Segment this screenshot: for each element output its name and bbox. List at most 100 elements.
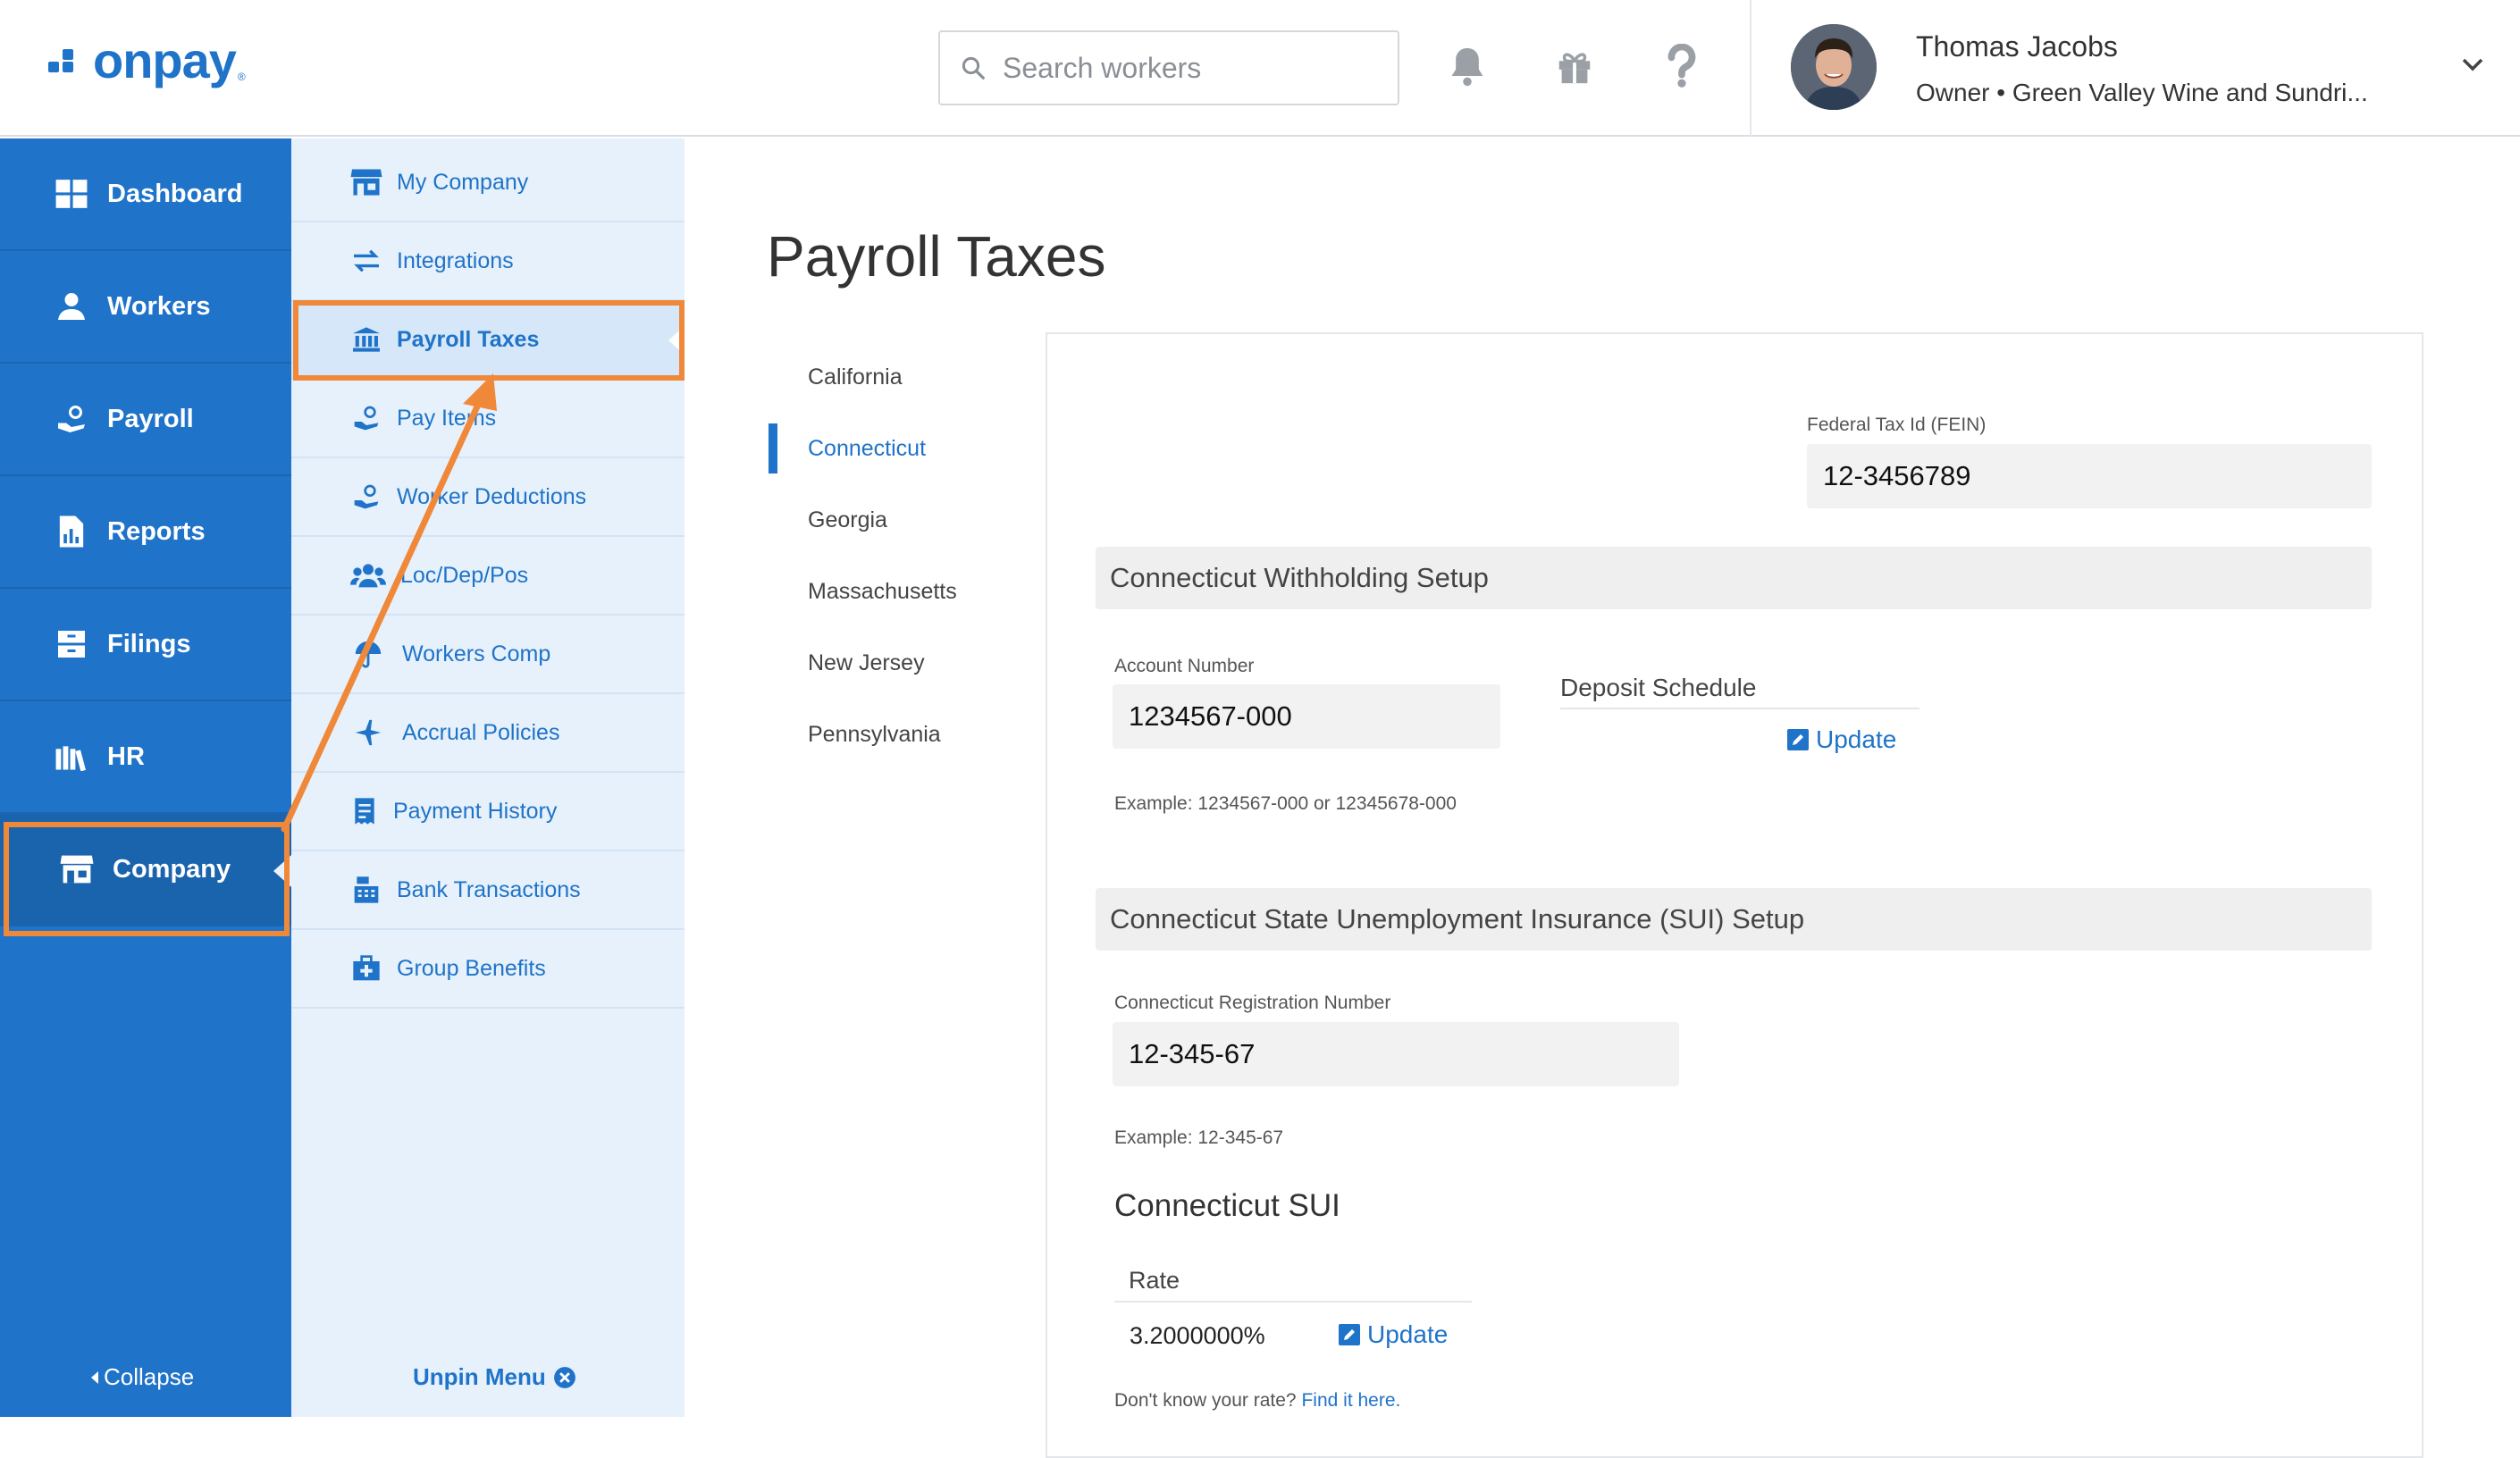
rate-help-text: Don't know your rate? Find it here. [1114, 1390, 1400, 1412]
submenu-item-label: Worker Deductions [397, 483, 587, 509]
sui-section-heading: Connecticut State Unemployment Insurance… [1096, 888, 2372, 951]
umbrella-icon [350, 638, 386, 670]
sui-subheading: Connecticut SUI [1114, 1188, 1340, 1223]
submenu-item-label: Accrual Policies [402, 719, 560, 745]
close-circle-icon [553, 1366, 576, 1389]
fein-field[interactable]: 12-3456789 [1807, 444, 2372, 508]
rate-label: Rate [1114, 1267, 1472, 1303]
state-tab-georgia[interactable]: Georgia [808, 507, 887, 533]
submenu-item-payroll-taxes[interactable]: Payroll Taxes [291, 301, 685, 380]
hand-money-icon [349, 402, 384, 434]
swap-icon [349, 245, 384, 277]
submenu-item-integrations[interactable]: Integrations [291, 222, 685, 301]
collapse-button[interactable]: Collapse [89, 1363, 194, 1391]
submenu-item-label: Payment History [393, 798, 558, 824]
deposit-schedule-label: Deposit Schedule [1560, 674, 1919, 709]
logo-mark-icon [48, 49, 88, 81]
submenu-item-label: Integrations [397, 247, 514, 273]
avatar[interactable] [1791, 24, 1877, 110]
submenu-item-group-benefits[interactable]: Group Benefits [291, 930, 685, 1009]
submenu-item-label: My Company [397, 169, 529, 195]
submenu-item-label: Pay Items [397, 405, 497, 431]
store-icon [349, 166, 384, 198]
plane-icon [350, 716, 386, 749]
chevron-down-icon[interactable] [2459, 55, 2486, 73]
payroll-icon [54, 401, 89, 437]
rate-value: 3.2000000% [1130, 1322, 1265, 1349]
state-tab-connecticut[interactable]: Connecticut [808, 436, 926, 462]
account-number-example: Example: 1234567-000 or 12345678-000 [1114, 793, 1457, 814]
sidebar-item-label: Company [113, 854, 231, 884]
sidebar-item-label: Dashboard [107, 179, 243, 208]
sidebar-item-filings[interactable]: Filings [0, 589, 291, 701]
edit-icon [1787, 729, 1809, 750]
user-name: Thomas Jacobs [1916, 30, 2118, 63]
sidebar-item-dashboard[interactable]: Dashboard [0, 138, 291, 251]
submenu-item-label: Payroll Taxes [397, 326, 540, 352]
gift-icon[interactable] [1548, 39, 1601, 93]
update-label: Update [1816, 725, 1897, 753]
active-caret [273, 855, 291, 887]
chevron-left-icon [89, 1370, 100, 1386]
rate-update-button[interactable]: Update [1339, 1320, 1448, 1349]
sidebar-item-company[interactable]: Company [0, 814, 291, 926]
submenu-item-my-company[interactable]: My Company [291, 144, 685, 222]
edit-icon [1339, 1324, 1360, 1345]
active-caret [668, 326, 685, 355]
sidebar-item-label: HR [107, 742, 145, 771]
workers-icon [54, 289, 89, 324]
search-input[interactable] [1001, 50, 1380, 86]
submenu-item-label: Workers Comp [402, 641, 551, 666]
withholding-section-heading: Connecticut Withholding Setup [1096, 547, 2372, 609]
state-tab-massachusetts[interactable]: Massachusetts [808, 579, 957, 605]
rate-help-question: Don't know your rate? [1114, 1390, 1297, 1411]
sidebar-item-label: Filings [107, 629, 191, 658]
bell-icon[interactable] [1441, 39, 1494, 93]
hand-money-icon [349, 481, 384, 513]
page-title: Payroll Taxes [767, 224, 1106, 289]
submenu-item-payment-history[interactable]: Payment History [291, 773, 685, 851]
filings-icon [54, 626, 89, 662]
submenu-item-label: Group Benefits [397, 955, 546, 981]
submenu-item-bank-transactions[interactable]: Bank Transactions [291, 851, 685, 930]
sidebar-item-label: Reports [107, 516, 206, 546]
search-icon [960, 54, 987, 81]
unpin-label: Unpin Menu [413, 1363, 546, 1390]
logo-registered-mark: ® [237, 71, 246, 83]
submenu-item-accrual-policies[interactable]: Accrual Policies [291, 694, 685, 773]
submenu-item-label: Bank Transactions [397, 876, 581, 902]
collapse-label: Collapse [104, 1363, 195, 1390]
help-icon[interactable] [1655, 39, 1709, 93]
sidebar-item-payroll[interactable]: Payroll [0, 364, 291, 476]
find-rate-link[interactable]: Find it here. [1301, 1390, 1400, 1411]
sidebar-item-reports[interactable]: Reports [0, 476, 291, 589]
header-divider [1750, 0, 1751, 137]
search-box[interactable] [938, 30, 1399, 105]
registration-number-field[interactable]: 12-345-67 [1113, 1022, 1679, 1086]
bank-icon [349, 323, 384, 356]
submenu-item-workers-comp[interactable]: Workers Comp [291, 616, 685, 694]
sidebar-item-workers[interactable]: Workers [0, 251, 291, 364]
account-number-label: Account Number [1114, 656, 1255, 676]
fein-label: Federal Tax Id (FEIN) [1807, 415, 1987, 435]
register-icon [349, 874, 384, 906]
user-subtitle: Owner • Green Valley Wine and Sundri... [1916, 79, 2368, 106]
sidebar-item-label: Payroll [107, 404, 194, 433]
state-tab-california[interactable]: California [808, 364, 903, 390]
state-tab-pennsylvania[interactable]: Pennsylvania [808, 722, 941, 748]
sidebar-item-hr[interactable]: HR [0, 701, 291, 814]
account-number-field[interactable]: 1234567-000 [1113, 684, 1500, 749]
state-tab-new-jersey[interactable]: New Jersey [808, 650, 925, 676]
registration-number-label: Connecticut Registration Number [1114, 993, 1391, 1013]
active-state-indicator [769, 423, 777, 473]
receipt-icon [347, 795, 382, 827]
submenu-item-label: Loc/Dep/Pos [400, 562, 529, 588]
unpin-menu-button[interactable]: Unpin Menu [413, 1363, 576, 1391]
deposit-schedule-update-button[interactable]: Update [1787, 725, 1896, 754]
sidebar-item-label: Workers [107, 291, 211, 321]
submenu-item-loc-dep-pos[interactable]: Loc/Dep/Pos [291, 537, 685, 616]
registration-number-example: Example: 12-345-67 [1114, 1127, 1284, 1148]
onpay-logo[interactable]: onpay ® [48, 36, 246, 86]
submenu-item-pay-items[interactable]: Pay Items [291, 380, 685, 458]
submenu-item-worker-deductions[interactable]: Worker Deductions [291, 458, 685, 537]
